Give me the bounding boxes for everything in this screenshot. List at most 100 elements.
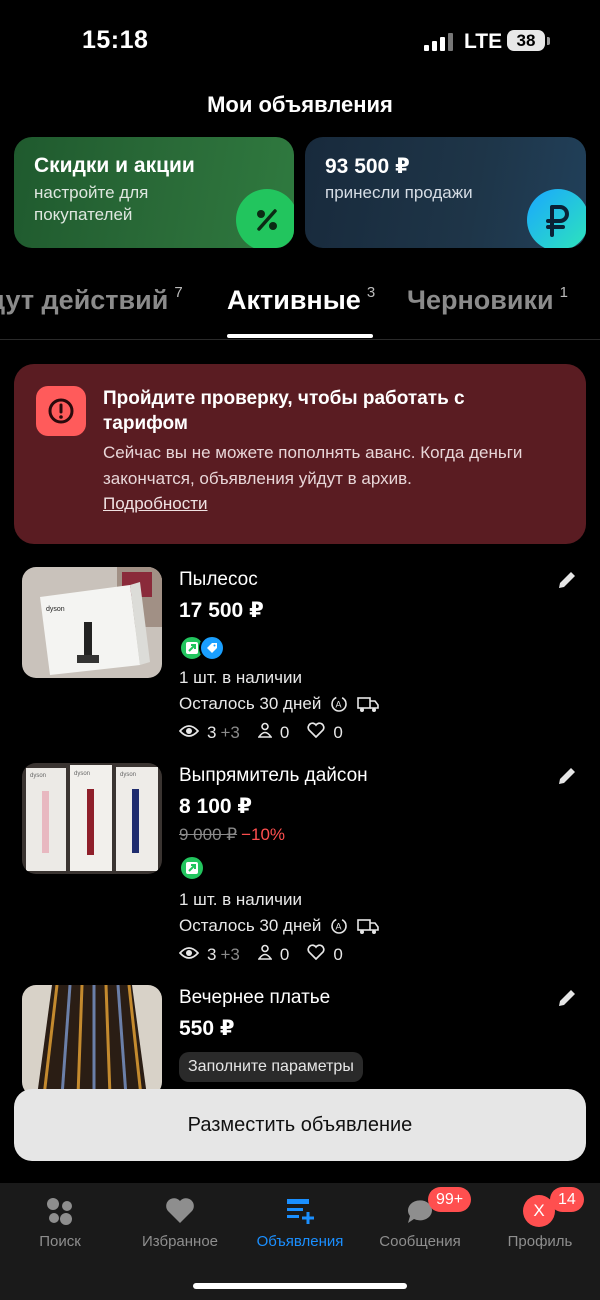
status-time: 15:18: [82, 26, 149, 54]
home-indicator: [193, 1283, 407, 1289]
boost-icon: [179, 855, 205, 881]
tag-icon: [199, 635, 225, 661]
percent-icon: [236, 189, 294, 248]
tab-label: Активные: [227, 285, 361, 315]
auto-renew-icon: A: [330, 695, 348, 718]
tab-label: Черновики: [407, 285, 554, 315]
sales-card[interactable]: 93 500 ₽ принесли продажи: [305, 137, 586, 248]
signal-icon: [424, 33, 454, 51]
promotion-badges: [179, 855, 205, 881]
tab-count: 7: [174, 284, 183, 301]
promotion-badges: [179, 635, 225, 661]
eye-icon: [178, 945, 203, 965]
discounts-card-subtitle: настройте для покупателей: [34, 183, 149, 224]
tab-active[interactable]: Активные 3: [227, 284, 375, 316]
nav-label: Поиск: [39, 1233, 81, 1250]
contacts-count: 0: [279, 722, 290, 742]
listing-price: 17 500 ₽: [179, 599, 264, 622]
listing-title: Пылесос: [179, 569, 258, 590]
discounts-card[interactable]: Скидки и акции настройте для покупателей: [14, 137, 294, 248]
nav-label: Объявления: [256, 1233, 344, 1250]
views-count: 3: [207, 944, 217, 964]
nav-label: Профиль: [507, 1233, 573, 1250]
sales-card-amount: 93 500 ₽: [325, 155, 410, 178]
eye-icon: [178, 723, 203, 743]
views-delta: +3: [220, 944, 240, 964]
tab-label: дут действий: [0, 285, 169, 315]
delivery-icon: [356, 695, 379, 718]
listings-icon: [284, 1195, 316, 1227]
post-listing-button[interactable]: Разместить объявление: [14, 1089, 586, 1161]
edit-icon[interactable]: [556, 987, 578, 1009]
nav-profile[interactable]: X 14 Профиль: [480, 1183, 600, 1263]
svg-text:dyson: dyson: [30, 773, 46, 779]
svg-text:A: A: [336, 700, 342, 710]
stock-text: 1 шт. в наличии: [179, 668, 303, 687]
nav-listings[interactable]: Объявления: [240, 1183, 360, 1263]
heart-outline-icon: [307, 722, 329, 743]
days-left-row: Осталось 30 дней A: [179, 694, 379, 718]
alert-title: Пройдите проверку, чтобы работать с тари…: [103, 388, 465, 434]
nav-label: Избранное: [141, 1233, 219, 1250]
messages-badge: 99+: [428, 1187, 472, 1212]
discount-percent: −10%: [241, 825, 286, 844]
svg-text:A: A: [336, 922, 342, 932]
alert-text: Сейчас вы не можете пополнять аванс. Ког…: [103, 443, 523, 488]
warning-icon: [36, 386, 86, 436]
old-price-row: 9 000 ₽ −10%: [179, 825, 285, 845]
auto-renew-icon: A: [330, 917, 348, 940]
tab-bar: дут действий 7 Активные 3 Черновики 1: [0, 278, 600, 340]
days-left-row: Осталось 30 дней A: [179, 916, 379, 940]
search-dots-icon: [44, 1195, 76, 1227]
fill-parameters-chip[interactable]: Заполните параметры: [179, 1052, 363, 1082]
listing-stats: 3 +3 0 0: [178, 944, 343, 965]
status-bar: 15:18 LTE 38: [0, 0, 600, 80]
network-type: LTE: [464, 30, 503, 53]
old-price: 9 000 ₽: [179, 825, 238, 844]
nav-search[interactable]: Поиск: [0, 1183, 120, 1263]
favorites-count: 0: [333, 722, 343, 742]
alert-details-link[interactable]: Подробности: [103, 494, 208, 514]
listing-title: Вечернее платье: [179, 987, 331, 1008]
battery-tip: [547, 37, 550, 45]
svg-text:dyson: dyson: [46, 606, 65, 613]
favorites-count: 0: [333, 944, 343, 964]
sales-card-subtitle: принесли продажи: [325, 183, 473, 202]
user-icon: [257, 944, 276, 965]
edit-icon[interactable]: [556, 569, 578, 591]
listing-thumbnail: dyson: [22, 567, 162, 678]
contacts-count: 0: [279, 944, 290, 964]
listing-stats: 3 +3 0 0: [178, 722, 343, 743]
verification-alert: Пройдите проверку, чтобы работать с тари…: [14, 364, 586, 544]
profile-badge: 14: [550, 1187, 584, 1212]
tab-awaiting-action[interactable]: дут действий 7: [0, 284, 183, 316]
discounts-card-title: Скидки и акции: [34, 154, 195, 177]
active-tab-indicator: [227, 334, 373, 338]
user-icon: [257, 722, 276, 743]
stock-text: 1 шт. в наличии: [179, 890, 303, 909]
svg-text:dyson: dyson: [74, 771, 90, 777]
nav-favorites[interactable]: Избранное: [120, 1183, 240, 1263]
listing-thumbnail: [22, 985, 162, 1096]
views-count: 3: [207, 722, 217, 742]
heart-icon: [164, 1195, 196, 1227]
tab-drafts[interactable]: Черновики 1: [407, 284, 568, 316]
days-left-text: Осталось 30 дней: [179, 916, 322, 935]
listing-price: 550 ₽: [179, 1017, 235, 1040]
listing-thumbnail: dyson dyson dyson: [22, 763, 162, 874]
battery-icon: 38: [507, 30, 545, 51]
nav-label: Сообщения: [379, 1233, 461, 1250]
heart-outline-icon: [307, 944, 329, 965]
listing-price: 8 100 ₽: [179, 795, 252, 818]
days-left-text: Осталось 30 дней: [179, 694, 322, 713]
edit-icon[interactable]: [556, 765, 578, 787]
tab-count: 3: [366, 284, 376, 301]
ruble-icon: [527, 189, 586, 248]
svg-text:dyson: dyson: [120, 772, 136, 778]
delivery-icon: [356, 917, 379, 940]
listing-title: Выпрямитель дайсон: [179, 765, 368, 786]
page-title: Мои объявления: [207, 92, 393, 117]
nav-messages[interactable]: 99+ Сообщения: [360, 1183, 480, 1263]
tab-count: 1: [559, 284, 568, 301]
views-delta: +3: [220, 722, 240, 742]
